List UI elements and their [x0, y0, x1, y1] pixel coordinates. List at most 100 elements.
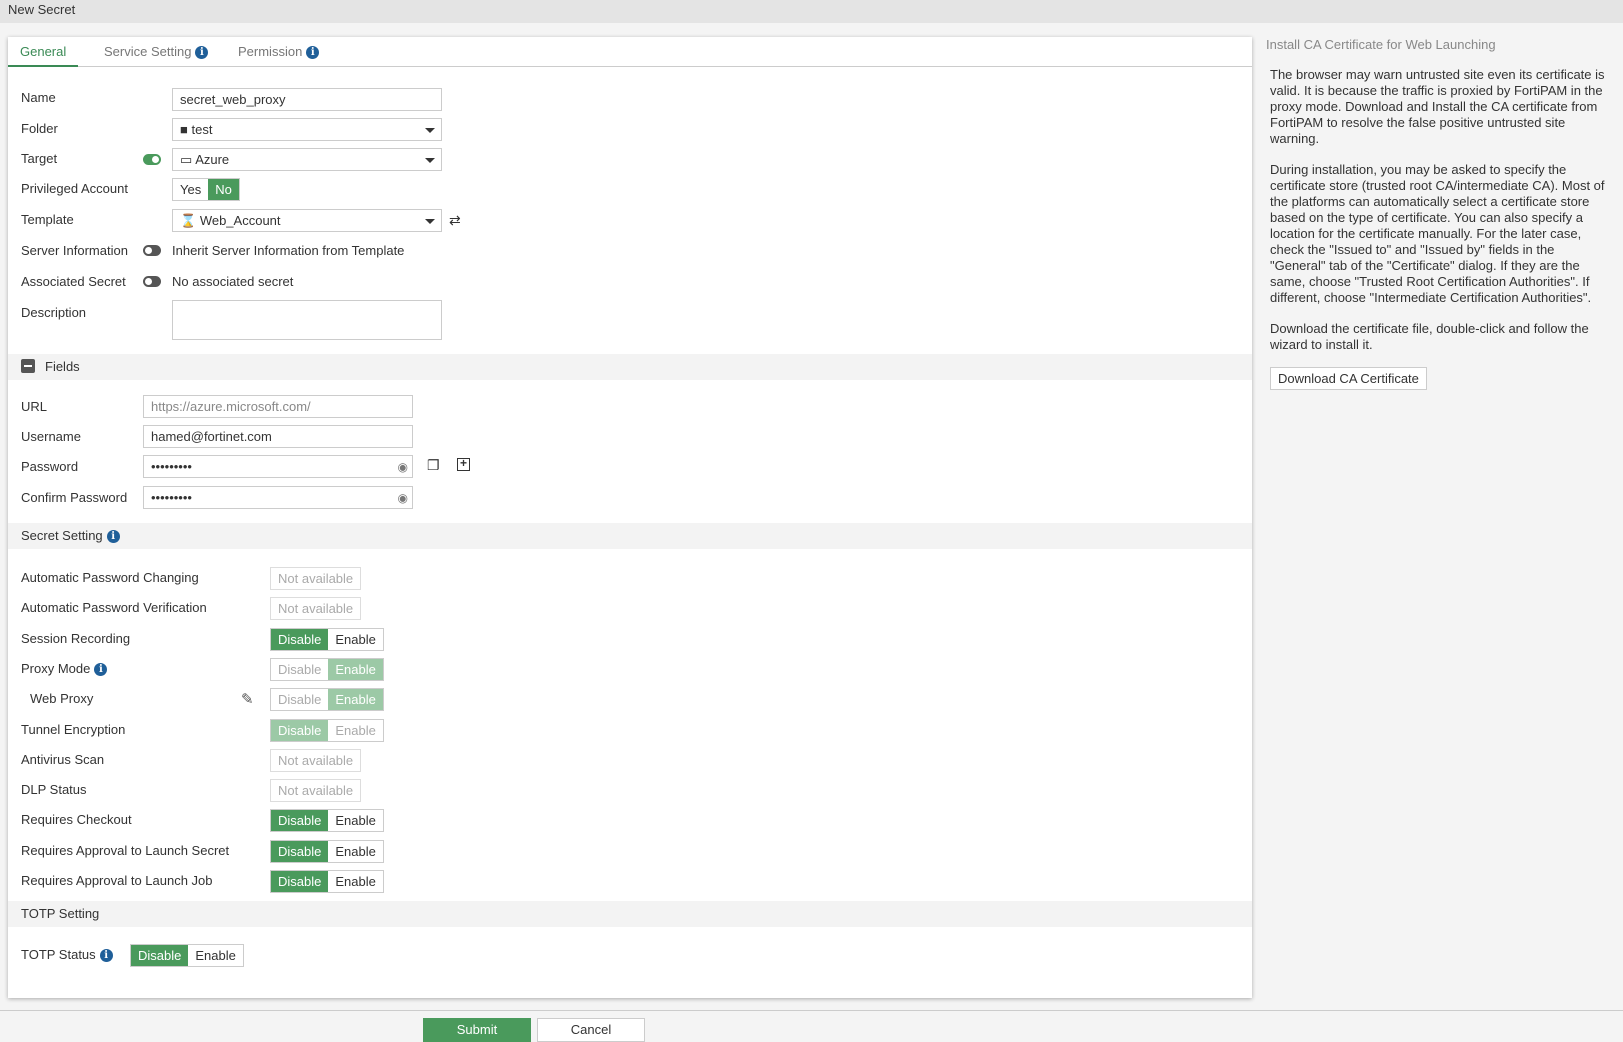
folder-value: test	[191, 122, 213, 137]
option-disable[interactable]: Disable	[271, 628, 329, 650]
confirm-password-label: Confirm Password	[21, 490, 128, 505]
requires-checkout-toggle[interactable]: Disable Enable	[270, 809, 384, 833]
download-ca-certificate-button[interactable]: Download CA Certificate	[1270, 367, 1427, 390]
name-label: Name	[21, 90, 56, 105]
totp-status-text: TOTP Status	[21, 947, 96, 962]
option-yes[interactable]: Yes	[173, 179, 209, 200]
session-recording-label: Session Recording	[21, 631, 130, 646]
ca-paragraph-3: Download the certificate file, double-cl…	[1270, 321, 1589, 352]
url-label: URL	[21, 399, 48, 414]
template-label: Template	[21, 212, 74, 227]
eye-icon[interactable]: ◉	[398, 491, 408, 505]
option-disable[interactable]: Disable	[131, 945, 189, 966]
automatic-password-verification-not-available: Not available	[270, 597, 362, 621]
target-label: Target	[21, 151, 58, 166]
shuffle-icon[interactable]: ⇄	[449, 212, 461, 229]
automatic-password-changing-not-available: Not available	[270, 567, 362, 590]
eye-icon[interactable]: ◉	[398, 460, 408, 474]
copy-icon[interactable]: ❐	[427, 457, 440, 474]
automatic-password-changing-label: Automatic Password Changing	[21, 570, 199, 585]
setting-label-text: Requires Approval to Launch Job	[21, 873, 213, 888]
requires-checkout-label: Requires Checkout	[21, 812, 132, 827]
ca-certificate-panel: Install CA Certificate for Web Launching…	[1262, 37, 1623, 390]
ca-paragraph-2: During installation, you may be asked to…	[1270, 162, 1605, 305]
antivirus-scan-not-available: Not available	[270, 748, 362, 772]
setting-label-text: Automatic Password Verification	[21, 600, 207, 616]
associated-secret-toggle[interactable]	[143, 276, 161, 287]
setting-label-text: Session Recording	[21, 630, 131, 646]
dlp-status-label: DLP Status	[21, 782, 87, 797]
footer-bar: Submit Cancel	[0, 1010, 1623, 1042]
setting-label-text: Web Proxy	[30, 691, 94, 707]
option-enable[interactable]: Enable	[328, 871, 383, 892]
target-toggle[interactable]	[143, 154, 161, 165]
privileged-account-label: Privileged Account	[21, 181, 128, 196]
privileged-account-toggle[interactable]: Yes No	[172, 178, 240, 201]
option-enable: Enable	[328, 689, 383, 711]
option-disable[interactable]: Disable	[271, 871, 329, 892]
option-disable[interactable]: Disable	[271, 810, 329, 832]
confirm-password-input[interactable]: ••••••••• ◉	[143, 486, 413, 509]
name-input[interactable]: secret_web_proxy	[172, 88, 442, 111]
option-enable[interactable]: Enable	[328, 628, 383, 650]
session-recording-toggle[interactable]: Disable Enable	[270, 627, 384, 651]
tab-permission[interactable]: Permission i	[226, 42, 331, 67]
option-enable[interactable]: Enable	[328, 840, 383, 862]
description-textarea[interactable]	[172, 300, 442, 340]
hourglass-icon: ⌛	[180, 213, 197, 228]
requires-approval-to-launch-job-toggle[interactable]: Disable Enable	[270, 870, 384, 893]
option-enable: Enable	[328, 658, 383, 680]
option-disable: Disable	[271, 719, 329, 741]
username-label: Username	[21, 429, 81, 444]
tab-label: Permission	[238, 44, 303, 59]
folder-label: Folder	[21, 121, 58, 136]
option-enable[interactable]: Enable	[188, 945, 243, 966]
target-value: Azure	[195, 152, 230, 167]
proxy-mode-toggle: Disable Enable	[270, 657, 384, 681]
username-input[interactable]: hamed@fortinet.com	[143, 425, 413, 448]
tab-bar: General Service Setting i Permission i	[8, 37, 1252, 67]
info-icon: i	[195, 46, 209, 59]
tab-label: Service Setting	[104, 44, 192, 59]
url-input[interactable]: https://azure.microsoft.com/	[143, 395, 413, 418]
server-information-label: Server Information	[21, 243, 128, 258]
setting-label-text: DLP Status	[21, 782, 87, 798]
associated-secret-text: No associated secret	[172, 274, 294, 289]
option-disable: Disable	[271, 689, 329, 711]
totp-status-toggle[interactable]: Disable Enable	[130, 944, 244, 967]
option-no[interactable]: No	[208, 179, 239, 200]
requires-approval-to-launch-job-label: Requires Approval to Launch Job	[21, 873, 213, 888]
option-enable[interactable]: Enable	[328, 810, 383, 832]
option-disable[interactable]: Disable	[271, 840, 329, 862]
setting-label-text: Antivirus Scan	[21, 751, 105, 767]
tunnel-encryption-toggle: Disable Enable	[270, 718, 384, 742]
chevron-down-icon	[425, 128, 435, 133]
confirm-password-value: •••••••••	[151, 490, 192, 505]
folder-select[interactable]: ■ test	[172, 118, 442, 141]
setting-label-text: Tunnel Encryption	[21, 721, 126, 737]
setting-label-text: Proxy Mode	[21, 660, 91, 676]
antivirus-scan-label: Antivirus Scan	[21, 752, 104, 767]
target-select[interactable]: ▭ Azure	[172, 148, 442, 171]
template-select[interactable]: ⌛ Web_Account	[172, 209, 442, 232]
requires-approval-to-launch-secret-toggle[interactable]: Disable Enable	[270, 839, 384, 863]
tab-service-setting[interactable]: Service Setting i	[92, 42, 220, 67]
web-proxy-toggle: Disable Enable	[270, 688, 384, 712]
submit-button[interactable]: Submit	[423, 1018, 531, 1042]
pencil-icon[interactable]: ✎	[241, 690, 254, 708]
folder-icon: ■	[180, 122, 188, 137]
info-icon: i	[99, 949, 113, 962]
server-information-toggle[interactable]	[143, 245, 161, 256]
cancel-button[interactable]: Cancel	[537, 1018, 645, 1042]
fields-section-header[interactable]: Fields	[8, 354, 1252, 380]
totp-status-label: TOTP Status i	[21, 947, 113, 962]
password-input[interactable]: ••••••••• ◉	[143, 455, 413, 478]
tab-general[interactable]: General	[8, 42, 79, 67]
totp-setting-header: TOTP Setting	[8, 901, 1252, 927]
dlp-status-not-available: Not available	[270, 779, 362, 803]
info-icon: i	[106, 530, 120, 543]
password-label: Password	[21, 459, 79, 474]
add-icon[interactable]: +	[457, 457, 470, 471]
automatic-password-verification-label: Automatic Password Verification	[21, 600, 207, 615]
collapse-icon[interactable]	[21, 359, 35, 373]
